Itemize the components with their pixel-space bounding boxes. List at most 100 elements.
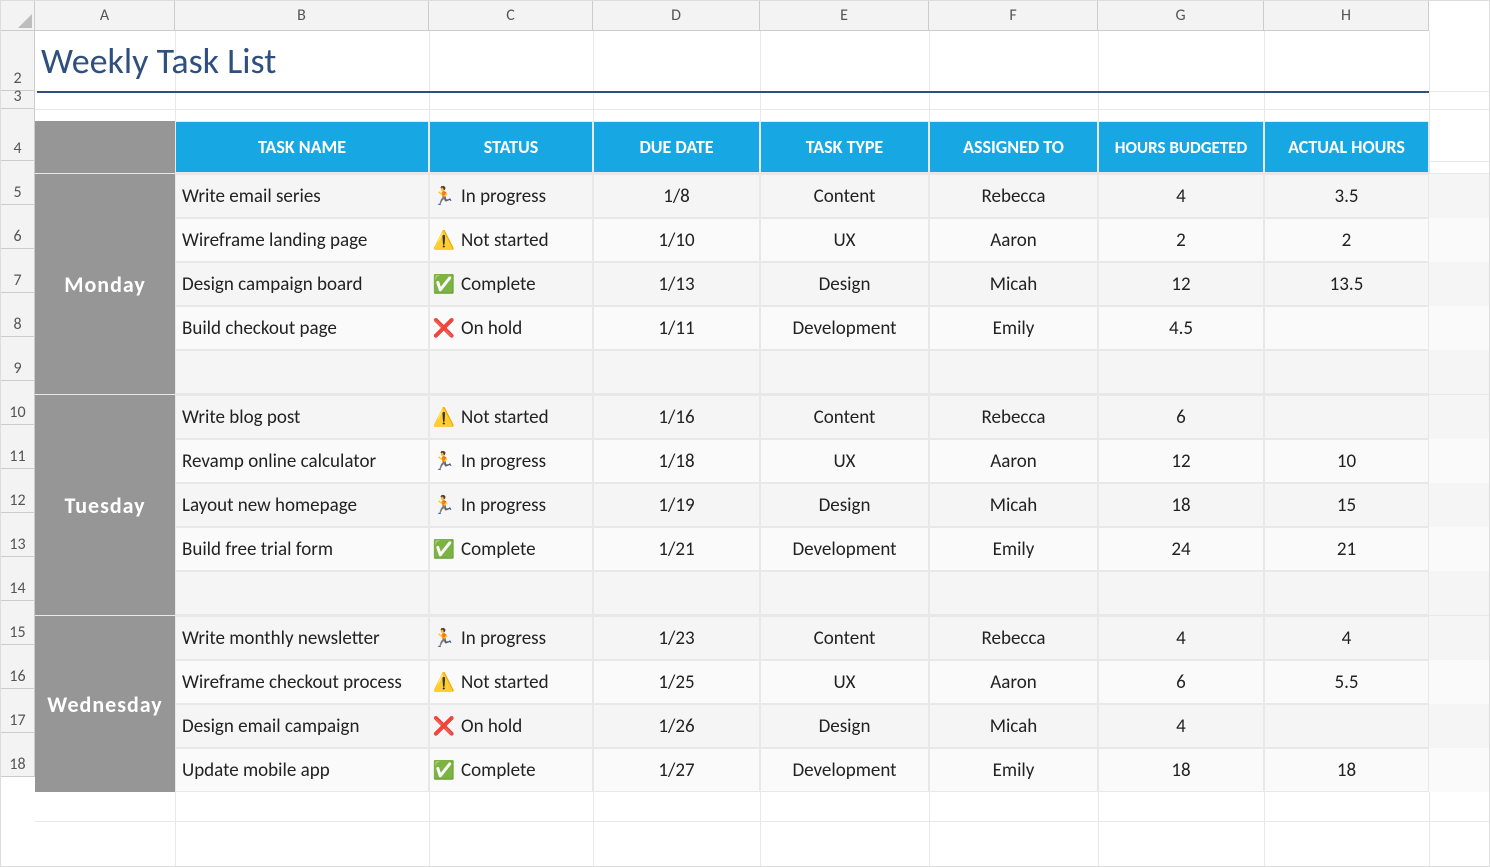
table-row[interactable]: Write monthly newsletter🏃In progress1/23… — [175, 616, 1489, 660]
row-header-16[interactable]: 16 — [1, 645, 35, 689]
empty-cell[interactable] — [593, 350, 760, 394]
cell-assigned-to[interactable]: Micah — [929, 262, 1098, 306]
cell-hours-budgeted[interactable]: 4 — [1098, 616, 1264, 660]
cell-status[interactable]: 🏃In progress — [429, 483, 593, 527]
cell-due-date[interactable]: 1/19 — [593, 483, 760, 527]
table-row[interactable]: Wireframe checkout process⚠️Not started1… — [175, 660, 1489, 704]
cell-hours-budgeted[interactable]: 12 — [1098, 439, 1264, 483]
cell-task-type[interactable]: UX — [760, 218, 929, 262]
table-row[interactable]: Wireframe landing page⚠️Not started1/10U… — [175, 218, 1489, 262]
cell-assigned-to[interactable]: Emily — [929, 748, 1098, 792]
column-header-e[interactable]: E — [760, 1, 929, 31]
cell-assigned-to[interactable]: Aaron — [929, 439, 1098, 483]
cell-due-date[interactable]: 1/16 — [593, 395, 760, 439]
empty-cell[interactable] — [1098, 350, 1264, 394]
cell-hours-budgeted[interactable]: 6 — [1098, 660, 1264, 704]
header-actual-hours[interactable]: ACTUAL HOURS — [1264, 121, 1429, 173]
header-task-type[interactable]: TASK TYPE — [760, 121, 929, 173]
row-header-13[interactable]: 13 — [1, 513, 35, 557]
cell-actual-hours[interactable]: 18 — [1264, 748, 1429, 792]
cell-hours-budgeted[interactable]: 4.5 — [1098, 306, 1264, 350]
cell-status[interactable]: ❌On hold — [429, 704, 593, 748]
empty-row[interactable] — [175, 571, 1489, 615]
cell-status[interactable]: ❌On hold — [429, 306, 593, 350]
cell-assigned-to[interactable]: Micah — [929, 704, 1098, 748]
empty-row[interactable] — [175, 350, 1489, 394]
cell-task-name[interactable]: Write blog post — [175, 395, 429, 439]
cell-hours-budgeted[interactable]: 2 — [1098, 218, 1264, 262]
row-header-12[interactable]: 12 — [1, 469, 35, 513]
row-header-17[interactable]: 17 — [1, 689, 35, 733]
cell-status[interactable]: ⚠️Not started — [429, 395, 593, 439]
cell-due-date[interactable]: 1/27 — [593, 748, 760, 792]
cell-task-name[interactable]: Design campaign board — [175, 262, 429, 306]
cell-hours-budgeted[interactable]: 18 — [1098, 748, 1264, 792]
row-header-8[interactable]: 8 — [1, 293, 35, 337]
header-hours-budgeted[interactable]: HOURS BUDGETED — [1098, 121, 1264, 173]
cell-actual-hours[interactable]: 5.5 — [1264, 660, 1429, 704]
row-header-4[interactable]: 4 — [1, 109, 35, 161]
row-header-6[interactable]: 6 — [1, 205, 35, 249]
table-row[interactable]: Build checkout page❌On hold1/11Developme… — [175, 306, 1489, 350]
cell-actual-hours[interactable]: 21 — [1264, 527, 1429, 571]
table-row[interactable]: Write email series🏃In progress1/8Content… — [175, 174, 1489, 218]
cell-task-type[interactable]: UX — [760, 660, 929, 704]
column-header-f[interactable]: F — [929, 1, 1098, 31]
cell-task-type[interactable]: Development — [760, 306, 929, 350]
row-header-7[interactable]: 7 — [1, 249, 35, 293]
cell-due-date[interactable]: 1/13 — [593, 262, 760, 306]
empty-cell[interactable] — [429, 571, 593, 615]
row-header-9[interactable]: 9 — [1, 337, 35, 381]
table-row[interactable]: Update mobile app✅Complete1/27Developmen… — [175, 748, 1489, 792]
cell-task-name[interactable]: Write monthly newsletter — [175, 616, 429, 660]
cell-actual-hours[interactable]: 15 — [1264, 483, 1429, 527]
cell-task-type[interactable]: UX — [760, 439, 929, 483]
table-row[interactable]: Design campaign board✅Complete1/13Design… — [175, 262, 1489, 306]
empty-cell[interactable] — [1264, 350, 1429, 394]
column-header-g[interactable]: G — [1098, 1, 1264, 31]
cell-task-name[interactable]: Wireframe checkout process — [175, 660, 429, 704]
cell-actual-hours[interactable]: 2 — [1264, 218, 1429, 262]
cell-actual-hours[interactable] — [1264, 306, 1429, 350]
cell-actual-hours[interactable]: 3.5 — [1264, 174, 1429, 218]
cell-status[interactable]: ⚠️Not started — [429, 218, 593, 262]
cell-hours-budgeted[interactable]: 4 — [1098, 704, 1264, 748]
table-row[interactable]: Layout new homepage🏃In progress1/19Desig… — [175, 483, 1489, 527]
cell-status[interactable]: ⚠️Not started — [429, 660, 593, 704]
cell-task-name[interactable]: Wireframe landing page — [175, 218, 429, 262]
table-row[interactable]: Build free trial form✅Complete1/21Develo… — [175, 527, 1489, 571]
cell-due-date[interactable]: 1/18 — [593, 439, 760, 483]
cell-assigned-to[interactable]: Emily — [929, 306, 1098, 350]
row-header-3[interactable]: 3 — [1, 91, 35, 109]
cell-hours-budgeted[interactable]: 18 — [1098, 483, 1264, 527]
cell-task-type[interactable]: Design — [760, 483, 929, 527]
cell-status[interactable]: ✅Complete — [429, 262, 593, 306]
cell-hours-budgeted[interactable]: 24 — [1098, 527, 1264, 571]
cell-due-date[interactable]: 1/26 — [593, 704, 760, 748]
row-header-5[interactable]: 5 — [1, 161, 35, 205]
empty-cell[interactable] — [760, 350, 929, 394]
cell-due-date[interactable]: 1/10 — [593, 218, 760, 262]
cell-task-name[interactable]: Layout new homepage — [175, 483, 429, 527]
table-row[interactable]: Write blog post⚠️Not started1/16ContentR… — [175, 395, 1489, 439]
cell-assigned-to[interactable]: Rebecca — [929, 395, 1098, 439]
select-all-corner[interactable] — [1, 1, 35, 31]
row-header-10[interactable]: 10 — [1, 381, 35, 425]
cell-actual-hours[interactable]: 10 — [1264, 439, 1429, 483]
cell-task-type[interactable]: Content — [760, 174, 929, 218]
cell-task-name[interactable]: Design email campaign — [175, 704, 429, 748]
cell-task-name[interactable]: Build free trial form — [175, 527, 429, 571]
cell-status[interactable]: ✅Complete — [429, 748, 593, 792]
cell-task-type[interactable]: Content — [760, 395, 929, 439]
empty-cell[interactable] — [175, 350, 429, 394]
cell-actual-hours[interactable] — [1264, 704, 1429, 748]
column-header-h[interactable]: H — [1264, 1, 1429, 31]
header-status[interactable]: STATUS — [429, 121, 593, 173]
column-header-d[interactable]: D — [593, 1, 760, 31]
cell-task-name[interactable]: Update mobile app — [175, 748, 429, 792]
column-header-c[interactable]: C — [429, 1, 593, 31]
cell-hours-budgeted[interactable]: 12 — [1098, 262, 1264, 306]
empty-cell[interactable] — [175, 571, 429, 615]
cell-task-name[interactable]: Write email series — [175, 174, 429, 218]
row-header-11[interactable]: 11 — [1, 425, 35, 469]
